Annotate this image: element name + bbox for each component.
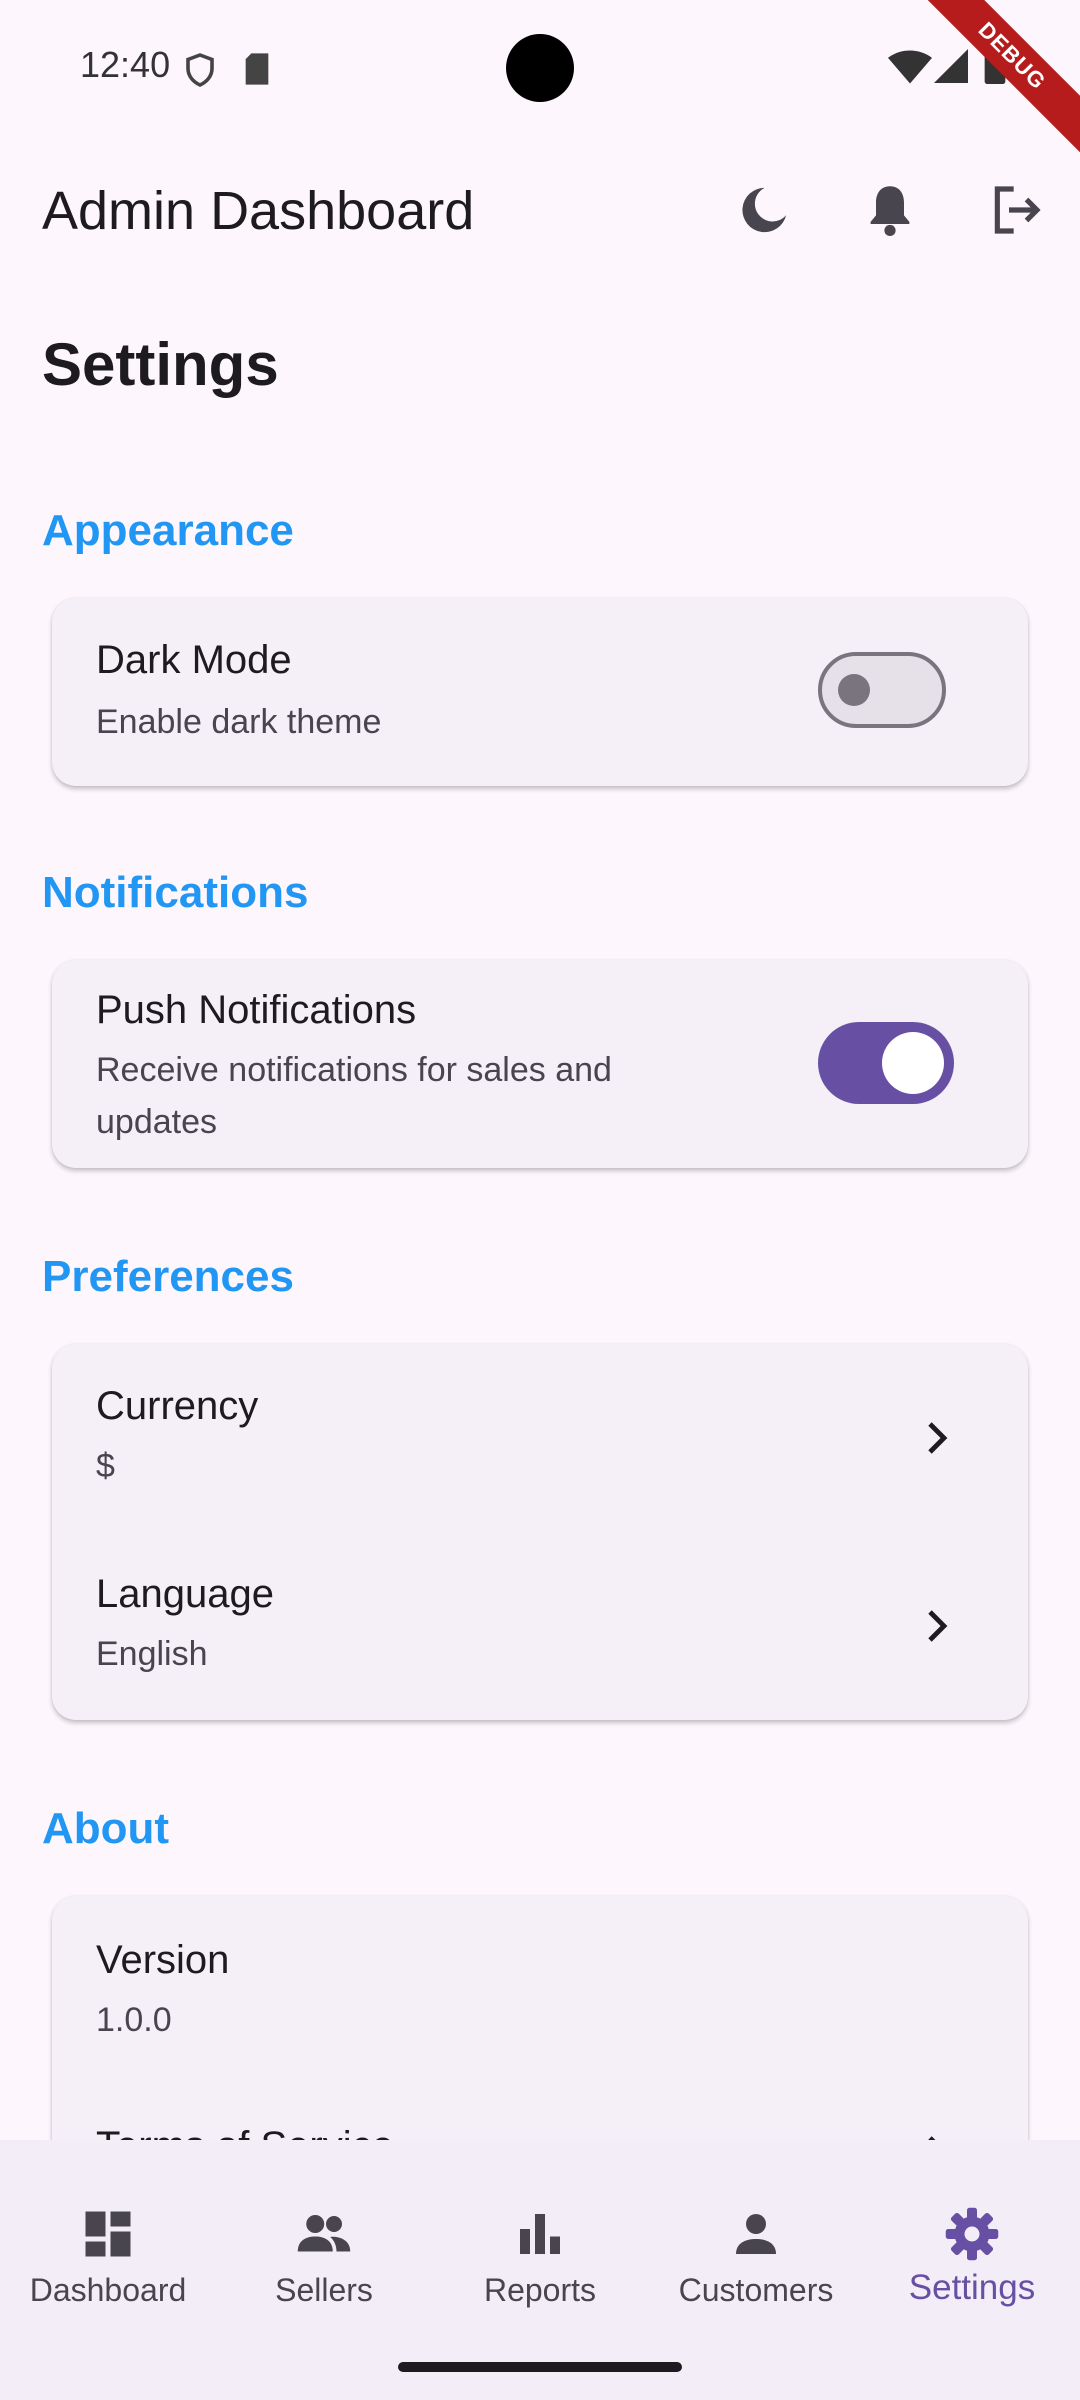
dark-mode-tile[interactable]: Dark Mode Enable dark theme (52, 598, 1028, 786)
bar-chart-icon (520, 2214, 560, 2254)
currency-tile[interactable]: Currency $ (52, 1344, 1028, 1532)
section-title-about: About (42, 1804, 170, 1853)
gear-icon (945, 2207, 999, 2261)
section-title-appearance: Appearance (42, 506, 294, 555)
about-card: Version 1.0.0 Terms of Service (52, 1896, 1028, 2140)
chevron-right-icon (928, 2136, 936, 2140)
bottom-navigation: Dashboard Sellers Reports Customers Sett… (0, 2140, 1080, 2400)
notifications-button[interactable] (854, 174, 926, 246)
version-title: Version (96, 1938, 230, 1982)
nav-label-settings: Settings (908, 2268, 1036, 2307)
app-title: Admin Dashboard (42, 181, 475, 241)
language-title: Language (96, 1572, 274, 1616)
appearance-card: Dark Mode Enable dark theme (52, 598, 1028, 786)
version-value: 1.0.0 (96, 2001, 172, 2039)
dark-mode-switch[interactable] (818, 652, 946, 728)
switch-knob (838, 674, 870, 706)
wifi-icon (888, 50, 932, 84)
page-title: Settings (42, 331, 279, 398)
push-notifications-title: Push Notifications (96, 988, 417, 1032)
currency-title: Currency (96, 1384, 259, 1428)
dashboard-icon (85, 2211, 131, 2257)
logout-icon (994, 186, 1041, 234)
chevron-right-icon (928, 1422, 948, 1454)
nav-item-customers[interactable]: Customers (648, 2140, 864, 2340)
nav-item-reports[interactable]: Reports (432, 2140, 648, 2340)
section-title-preferences: Preferences (42, 1252, 294, 1301)
home-indicator[interactable] (398, 2362, 682, 2372)
camera-cutout (506, 34, 574, 102)
chevron-right-icon (928, 1610, 948, 1642)
currency-value: $ (96, 1447, 115, 1485)
notifications-card: Push Notifications Receive notifications… (52, 960, 1028, 1168)
terms-title: Terms of Service (96, 2124, 394, 2140)
language-value: English (96, 1635, 208, 1673)
language-tile[interactable]: Language English (52, 1532, 1028, 1720)
push-notifications-subtitle-line1: Receive notifications for sales and (96, 1051, 612, 1089)
app-bar: Admin Dashboard (0, 150, 1080, 270)
nav-label-sellers: Sellers (275, 2272, 373, 2308)
shield-icon (186, 53, 214, 87)
switch-knob (882, 1032, 944, 1094)
sd-card-icon (245, 53, 269, 85)
terms-tile[interactable]: Terms of Service (52, 2084, 1028, 2140)
scroll-clip: Version 1.0.0 Terms of Service (0, 1880, 1080, 2140)
nav-label-dashboard: Dashboard (29, 2272, 187, 2308)
dark-mode-button[interactable] (728, 174, 800, 246)
nav-label-reports: Reports (483, 2272, 597, 2308)
signal-icon (934, 49, 968, 83)
people-icon (297, 2215, 351, 2252)
push-notifications-subtitle-line2: updates (96, 1103, 217, 1141)
status-bar: 12:40 DEBUG (0, 0, 1080, 163)
notifications-icon (870, 186, 910, 237)
dark-mode-subtitle: Enable dark theme (96, 703, 382, 741)
nav-item-settings[interactable]: Settings (864, 2140, 1080, 2340)
push-notifications-tile[interactable]: Push Notifications Receive notifications… (52, 960, 1028, 1168)
dark-mode-icon (742, 187, 787, 233)
preferences-card: Currency $ Language English (52, 1344, 1028, 1720)
version-tile: Version 1.0.0 (52, 1896, 1028, 2084)
nav-item-sellers[interactable]: Sellers (216, 2140, 432, 2340)
nav-item-dashboard[interactable]: Dashboard (0, 2140, 216, 2340)
nav-label-customers: Customers (678, 2272, 834, 2308)
status-time: 12:40 (80, 44, 171, 85)
push-notifications-switch[interactable] (818, 1022, 954, 1104)
section-title-notifications: Notifications (42, 868, 309, 917)
person-icon (736, 2214, 776, 2254)
dark-mode-title: Dark Mode (96, 638, 292, 682)
logout-button[interactable] (980, 174, 1052, 246)
